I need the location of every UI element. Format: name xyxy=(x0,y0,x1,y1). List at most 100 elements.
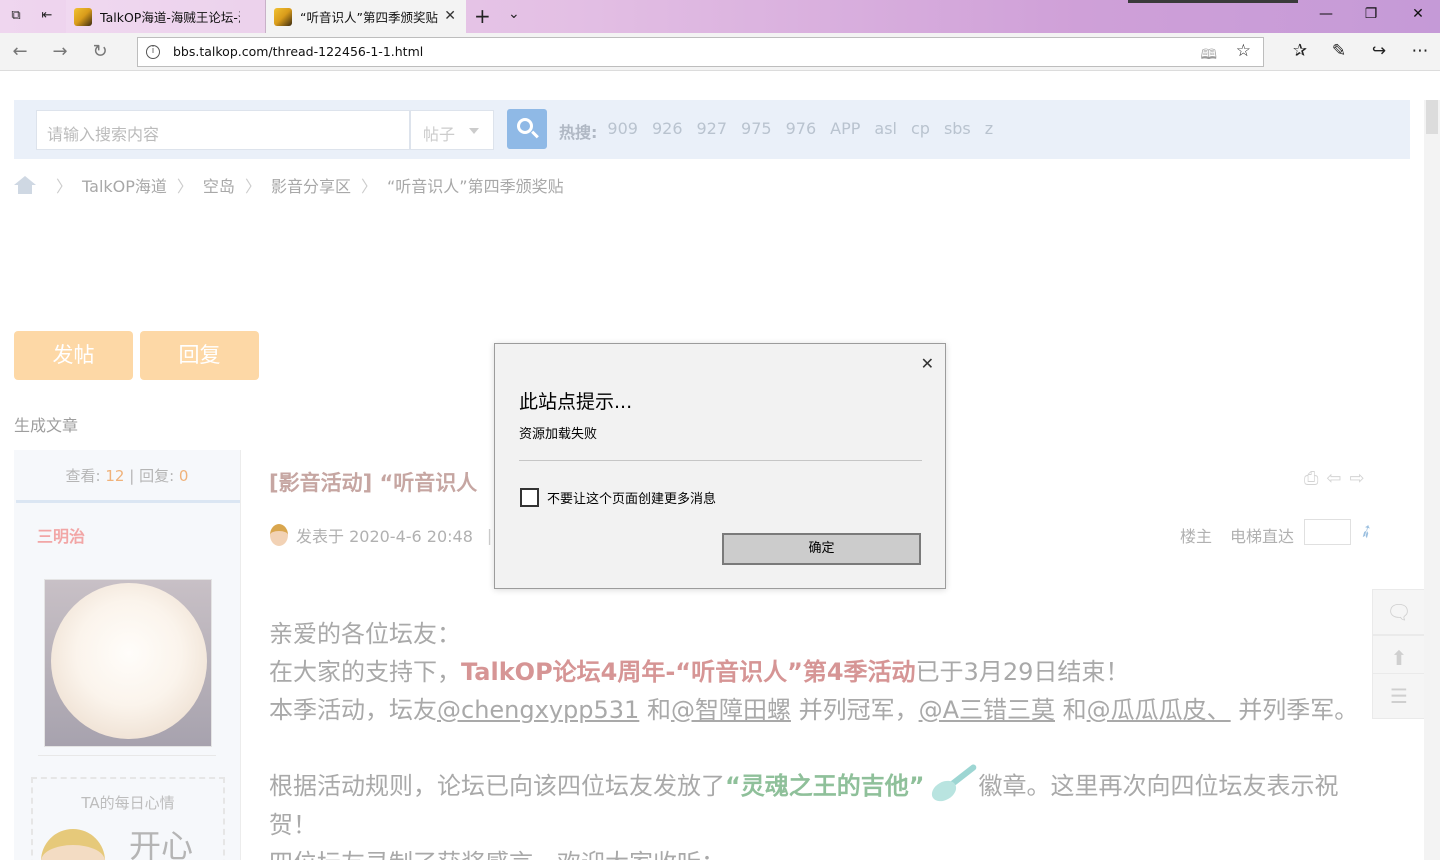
favorite-star-icon[interactable]: ☆ xyxy=(1236,41,1251,61)
generate-article-link[interactable]: 生成文章 xyxy=(14,412,78,436)
home-icon[interactable] xyxy=(14,176,36,194)
author-name[interactable]: 三明治 xyxy=(37,523,85,547)
chevron-down-icon[interactable]: ⌄ xyxy=(508,6,520,22)
tab-label: “听音识人”第四季颁奖贴 xyxy=(300,10,438,25)
guitar-badge-icon xyxy=(925,756,979,806)
user-mention[interactable]: @智障田螺 xyxy=(671,696,791,724)
pen-icon[interactable]: ✎ xyxy=(1327,41,1351,61)
chevron-right-icon: 〉 xyxy=(56,177,73,196)
user-mention[interactable]: @chengxypp531 xyxy=(437,696,639,724)
hot-term[interactable]: APP xyxy=(830,119,860,143)
new-tab-icon[interactable]: + xyxy=(474,4,491,28)
ok-button[interactable]: 确定 xyxy=(722,533,921,565)
scrollbar[interactable] xyxy=(1424,100,1440,860)
badge-name: “灵魂之王的吉他” xyxy=(725,772,925,800)
address-toolbar: ← → ↻ i bbs.talkop.com/thread-122456-1-1… xyxy=(0,33,1440,71)
search-type-select[interactable]: 帖子 xyxy=(410,110,494,150)
avatar[interactable] xyxy=(44,579,212,747)
prev-thread-icon[interactable]: ⇦ xyxy=(1326,468,1341,489)
search-bar: 请输入搜索内容 帖子 热搜: 909 926 927 975 976 APP a… xyxy=(14,100,1410,159)
breadcrumb-item[interactable]: 空岛 xyxy=(203,173,235,197)
tab-actions-icon[interactable]: ⧉ xyxy=(7,7,25,25)
views-count: 12 xyxy=(105,467,125,485)
suppress-messages-label[interactable]: 不要让这个页面创建更多消息 xyxy=(547,488,716,507)
breadcrumb-item[interactable]: TalkOP海道 xyxy=(82,173,167,197)
caret-down-icon xyxy=(469,128,479,134)
breadcrumb-item[interactable]: “听音识人”第四季颁奖贴 xyxy=(387,173,564,197)
elevator-label: 电梯直达 xyxy=(1230,527,1295,546)
favorites-list-icon[interactable]: ✰ xyxy=(1288,41,1312,61)
set-aside-tabs-icon[interactable]: ⇤ xyxy=(38,7,56,25)
search-type-value: 帖子 xyxy=(423,125,456,144)
close-icon[interactable]: ✕ xyxy=(921,354,934,373)
search-input[interactable]: 请输入搜索内容 xyxy=(36,110,410,150)
user-mention[interactable]: @瓜瓜瓜皮、 xyxy=(1087,696,1231,724)
mood-value: 开心 xyxy=(129,827,194,860)
floor-label: 楼主 xyxy=(1180,527,1213,546)
replies-count: 0 xyxy=(178,467,189,485)
hot-term[interactable]: sbs xyxy=(944,119,971,143)
hot-searches: 热搜: 909 926 927 975 976 APP asl cp sbs z xyxy=(559,119,993,143)
hot-term[interactable]: 975 xyxy=(741,119,772,143)
url-text[interactable]: bbs.talkop.com/thread-122456-1-1.html xyxy=(173,44,423,59)
tab-talkop-home[interactable]: TalkOP海道-海贼王论坛-海贼 xyxy=(66,0,266,33)
print-icon[interactable]: ⎙ xyxy=(1304,468,1318,489)
refresh-icon[interactable]: ↻ xyxy=(88,41,112,62)
divider xyxy=(16,500,240,503)
hot-term[interactable]: 926 xyxy=(652,119,683,143)
chevron-right-icon: 〉 xyxy=(360,177,377,196)
divider xyxy=(38,755,216,756)
elevator-go-icon[interactable]: ➶ xyxy=(1355,519,1379,545)
event-name: TalkOP论坛4周年-“听音识人”第4季活动 xyxy=(461,658,916,686)
talkop-favicon xyxy=(274,7,292,26)
paragraph: 本季活动，坛友@chengxypp531 和@智障田螺 并列冠军，@A三错三莫 … xyxy=(269,696,1359,724)
hot-term[interactable]: 909 xyxy=(607,119,638,143)
dialog-message: 资源加载失败 xyxy=(519,427,598,442)
site-info-icon[interactable]: i xyxy=(146,45,160,59)
thread-stats: 查看: 12 | 回复: 0 xyxy=(65,467,189,485)
site-alert-dialog: ✕ 此站点提示... 资源加载失败 不要让这个页面创建更多消息 确定 xyxy=(494,343,946,589)
divider xyxy=(240,450,241,860)
elevator-input[interactable] xyxy=(1304,519,1351,545)
user-mention[interactable]: @A三错三莫 xyxy=(919,696,1055,724)
reading-view-icon[interactable]: 🕮 xyxy=(1200,44,1217,68)
post-title: [影音活动] “听音识人 xyxy=(269,471,478,495)
share-icon[interactable]: ↪ xyxy=(1367,41,1391,61)
reply-button[interactable]: 回复 xyxy=(140,331,259,380)
minimize-icon[interactable]: — xyxy=(1316,6,1336,22)
talkop-favicon xyxy=(74,7,92,26)
more-icon[interactable]: ⋯ xyxy=(1408,41,1432,61)
search-button[interactable] xyxy=(507,109,547,149)
hot-term[interactable]: 976 xyxy=(786,119,817,143)
next-thread-icon[interactable]: ⇨ xyxy=(1350,468,1365,489)
breadcrumb-item[interactable]: 影音分享区 xyxy=(271,173,351,197)
address-field[interactable]: i bbs.talkop.com/thread-122456-1-1.html … xyxy=(137,37,1264,67)
hot-term[interactable]: 927 xyxy=(697,119,728,143)
forward-icon[interactable]: → xyxy=(48,41,72,62)
post-meta: 发表于 2020-4-6 20:48 | xyxy=(270,523,492,547)
list-icon[interactable]: ☰ xyxy=(1372,673,1426,719)
suppress-messages-checkbox[interactable] xyxy=(520,488,539,507)
mood-face-icon xyxy=(41,829,105,860)
author-panel: 查看: 12 | 回复: 0 三明治 TA的每日心情 开心 xyxy=(14,450,240,860)
scrollbar-thumb[interactable] xyxy=(1426,100,1438,134)
paragraph: 根据活动规则，论坛已向该四位坛友发放了“灵魂之王的吉他” 徽章。这里再次向四位坛友… xyxy=(269,756,1369,844)
breadcrumb: 〉 TalkOP海道 〉 空岛 〉 影音分享区 〉 “听音识人”第四季颁奖贴 xyxy=(14,173,564,197)
browser-titlebar: ⧉ ⇤ TalkOP海道-海贼王论坛-海贼 “听音识人”第四季颁奖贴 ✕ + ⌄… xyxy=(0,0,1440,33)
paragraph: 四位坛友录制了获奖感言，欢迎大家收听： xyxy=(269,844,1379,860)
close-tab-icon[interactable]: ✕ xyxy=(444,8,456,24)
tab-award-thread[interactable]: “听音识人”第四季颁奖贴 ✕ xyxy=(266,0,466,33)
new-post-button[interactable]: 发帖 xyxy=(14,331,133,380)
restore-icon[interactable]: ❐ xyxy=(1361,6,1381,22)
post-body: 亲爱的各位坛友： 在大家的支持下，TalkOP论坛4周年-“听音识人”第4季活动… xyxy=(269,615,1379,860)
hot-term[interactable]: z xyxy=(985,119,993,143)
paragraph: 在大家的支持下，TalkOP论坛4周年-“听音识人”第4季活动已于3月29日结束… xyxy=(269,658,1130,686)
back-icon[interactable]: ← xyxy=(8,41,32,62)
chat-icon[interactable]: 🗨 xyxy=(1372,589,1426,635)
author-mini-avatar xyxy=(270,524,288,546)
post-tools: ⎙ ⇦ ⇨ xyxy=(1304,468,1365,489)
close-window-icon[interactable]: ✕ xyxy=(1408,6,1428,22)
paragraph: 亲爱的各位坛友： xyxy=(269,620,461,648)
hot-term[interactable]: cp xyxy=(911,119,930,143)
hot-term[interactable]: asl xyxy=(874,119,897,143)
